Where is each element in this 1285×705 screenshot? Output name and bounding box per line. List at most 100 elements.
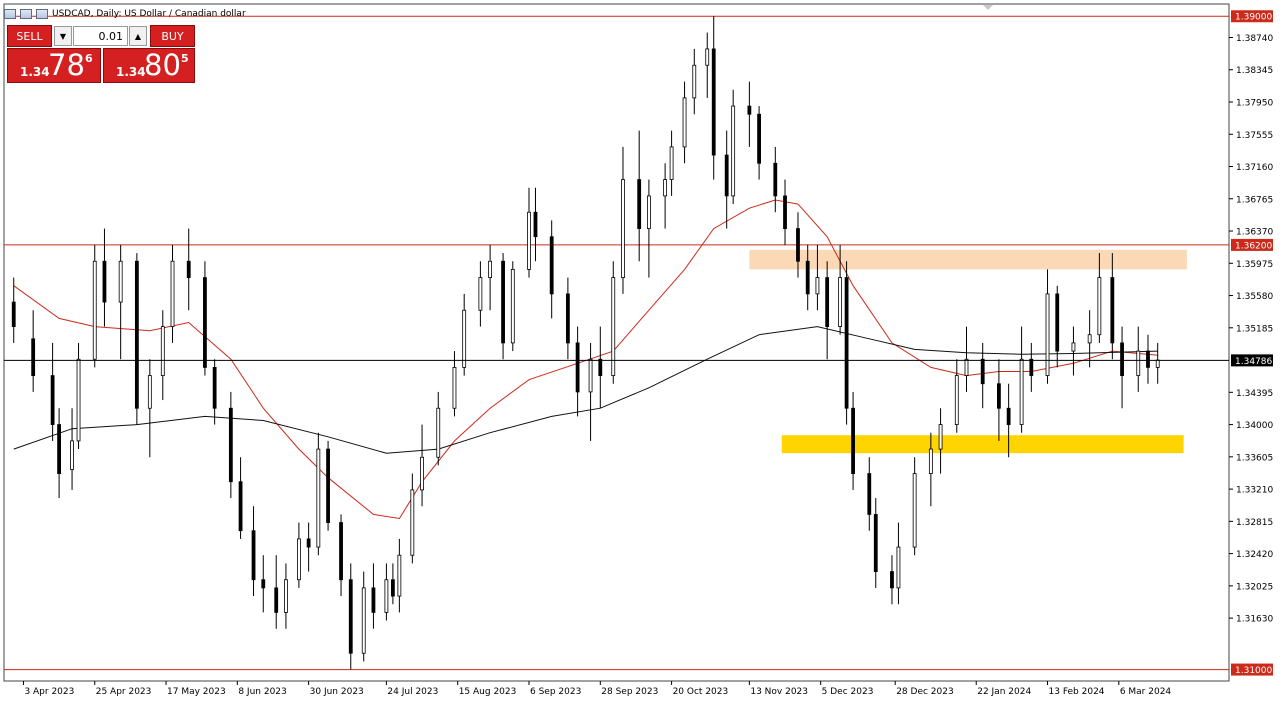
- y-tick-label: 1.31630: [1236, 615, 1273, 625]
- candle-body: [938, 424, 943, 450]
- candle-body: [134, 260, 139, 409]
- x-tick-label: 13 Nov 2023: [750, 687, 808, 697]
- candle-body: [575, 342, 580, 393]
- candle-body: [890, 571, 894, 589]
- candle-body: [11, 301, 16, 327]
- support-zone: [781, 435, 1184, 454]
- candle: [731, 89, 736, 205]
- candle-body: [1019, 358, 1024, 425]
- x-axis: 3 Apr 2023 25 Apr 2023 17 May 2023 8 Jun 20…: [22, 681, 1172, 697]
- candle-body: [757, 113, 761, 164]
- candle: [316, 432, 321, 556]
- candle-body: [527, 211, 531, 270]
- candle-body: [637, 179, 642, 229]
- candle-body: [238, 481, 243, 532]
- buy-price-button[interactable]: 1.34 80 5: [103, 48, 195, 83]
- candle-body: [711, 48, 716, 156]
- candle-body: [805, 260, 810, 295]
- x-tick-label: 25 Apr 2023: [96, 687, 152, 697]
- y-tick-label: 1.37950: [1236, 98, 1273, 108]
- candle-body: [647, 195, 651, 229]
- candle-body: [436, 407, 441, 458]
- candle-body: [997, 383, 1001, 409]
- window-icon[interactable]: [36, 9, 48, 19]
- buy-button[interactable]: BUY: [150, 25, 195, 47]
- lot-increase-button[interactable]: ▲: [129, 26, 147, 46]
- candle-body: [980, 358, 985, 385]
- candle-body: [70, 440, 74, 470]
- candle: [510, 261, 515, 352]
- y-tick-label: 1.33210: [1236, 486, 1273, 496]
- candle-body: [50, 375, 55, 425]
- candle-body: [533, 211, 538, 238]
- candle-body: [57, 424, 61, 474]
- plot-frame: [3, 3, 1230, 682]
- candle: [611, 261, 616, 384]
- candle-body: [228, 407, 233, 483]
- y-tick-label: 1.36765: [1236, 195, 1273, 205]
- sell-button[interactable]: SELL: [7, 25, 52, 47]
- candle-body: [1045, 293, 1050, 376]
- candle-body: [796, 228, 800, 262]
- candle-body: [1029, 358, 1034, 376]
- x-tick-label: 3 Apr 2023: [24, 687, 74, 697]
- candle-body: [663, 179, 668, 197]
- level-price-label: 1.36200: [1235, 241, 1272, 251]
- candle-body: [76, 358, 81, 442]
- y-tick-label: 1.34000: [1236, 421, 1273, 431]
- candle-body: [186, 260, 191, 278]
- menu-icon[interactable]: [4, 9, 16, 19]
- y-axis: 1.38740 1.38345 1.37950 1.37555 1.37160 1.367…: [1229, 10, 1273, 676]
- candle-body: [118, 260, 123, 303]
- candle-body: [371, 587, 376, 613]
- lot-decrease-button[interactable]: ▼: [54, 26, 72, 46]
- candle-body: [274, 587, 279, 613]
- buy-price-prefix: 1.34: [116, 65, 146, 79]
- y-tick-label: 1.35580: [1236, 292, 1273, 302]
- window-icon[interactable]: [20, 9, 32, 19]
- y-tick-label: 1.36370: [1236, 228, 1273, 238]
- candle-body: [838, 277, 843, 327]
- candle-body: [844, 277, 849, 409]
- candle-body: [669, 146, 674, 180]
- x-tick-label: 6 Mar 2024: [1120, 687, 1172, 697]
- x-tick-label: 6 Sep 2023: [530, 687, 581, 697]
- candle-body: [731, 105, 736, 197]
- level-price-label: 1.31000: [1235, 666, 1272, 676]
- x-tick-label: 15 Aug 2023: [459, 687, 517, 697]
- candle-body: [565, 293, 570, 344]
- candle-body: [203, 277, 207, 368]
- candle-body: [361, 587, 366, 654]
- candle-body: [773, 162, 778, 197]
- candle-body: [705, 48, 710, 66]
- x-tick-label: 8 Jun 2023: [238, 687, 286, 697]
- candle-body: [1087, 334, 1092, 344]
- candle-body: [397, 554, 402, 597]
- candle-body: [410, 489, 415, 556]
- sell-price-point: 6: [85, 52, 93, 65]
- candle-body: [488, 260, 493, 278]
- x-tick-label: 28 Dec 2023: [896, 687, 954, 697]
- current-price-label: 1.34786: [1235, 357, 1272, 367]
- candle-body: [747, 105, 752, 115]
- y-tick-label: 1.38740: [1236, 34, 1273, 44]
- candle-body: [102, 260, 107, 303]
- price-chart[interactable]: 1.38740 1.38345 1.37950 1.37555 1.37160 1.367…: [0, 0, 1285, 705]
- candle-body: [462, 309, 467, 368]
- y-tick-label: 1.33605: [1236, 453, 1273, 463]
- y-tick-label: 1.35975: [1236, 260, 1273, 270]
- candle-body: [1006, 407, 1011, 425]
- candle-body: [851, 407, 855, 474]
- candle-body: [284, 579, 288, 613]
- candle-body: [825, 277, 830, 327]
- x-tick-label: 5 Dec 2023: [822, 687, 874, 697]
- x-tick-label: 28 Sep 2023: [601, 687, 658, 697]
- candle-body: [928, 448, 933, 474]
- sell-price-button[interactable]: 1.34 78 6: [7, 48, 101, 83]
- x-tick-label: 30 Jun 2023: [310, 687, 364, 697]
- lot-size-input[interactable]: [73, 26, 128, 46]
- candle-body: [478, 277, 483, 311]
- candle: [134, 253, 139, 425]
- candle-body: [170, 260, 175, 327]
- candle-body: [1110, 277, 1115, 344]
